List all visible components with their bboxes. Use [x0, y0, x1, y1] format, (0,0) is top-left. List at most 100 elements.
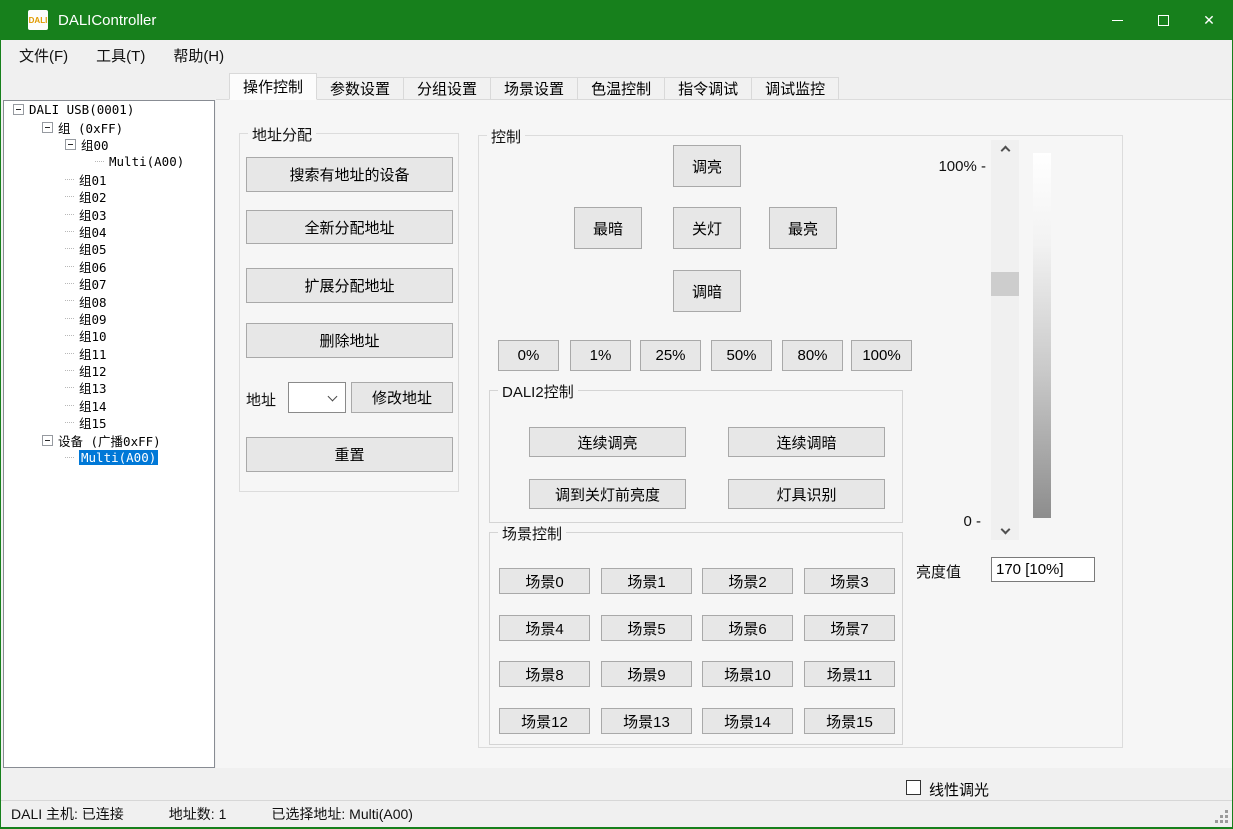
tree-item-label: 组08: [79, 292, 107, 311]
scene-13-button[interactable]: 场景13: [601, 708, 692, 734]
scrollbar-thumb[interactable]: [991, 272, 1019, 296]
tree-item-group-root[interactable]: 组 (0xFF): [4, 118, 214, 135]
tree-item-dali-usb[interactable]: DALI USB(0001): [4, 101, 214, 118]
tree-item-label: 组02: [79, 187, 107, 206]
scene-6-button[interactable]: 场景6: [702, 615, 793, 641]
brightness-scrollbar[interactable]: [991, 140, 1019, 540]
scene-1-button[interactable]: 场景1: [601, 568, 692, 594]
brightest-button[interactable]: 最亮: [769, 207, 837, 249]
brightness-value-input[interactable]: [991, 557, 1095, 582]
tree-item-device-broadcast[interactable]: 设备 (广播0xFF): [4, 431, 214, 448]
address-label: 地址: [246, 389, 276, 410]
delete-address-button[interactable]: 删除地址: [246, 323, 453, 358]
scene-control-title: 场景控制: [498, 523, 566, 544]
tree-item-group06[interactable]: 组06: [4, 258, 214, 275]
status-host: DALI 主机: 已连接: [11, 804, 124, 824]
tree-item-group05[interactable]: 组05: [4, 240, 214, 257]
tree-item-group15[interactable]: 组15: [4, 414, 214, 431]
collapse-icon[interactable]: [42, 122, 53, 133]
assign-new-address-button[interactable]: 全新分配地址: [246, 210, 453, 244]
percent-80-button[interactable]: 80%: [782, 340, 843, 371]
modify-address-button[interactable]: 修改地址: [351, 382, 453, 413]
scene-10-button[interactable]: 场景10: [702, 661, 793, 687]
chevron-up-icon: [1000, 146, 1010, 156]
reset-button[interactable]: 重置: [246, 437, 453, 472]
collapse-icon[interactable]: [42, 435, 53, 446]
menu-tools[interactable]: 工具(T): [86, 45, 155, 66]
maximize-icon: [1158, 15, 1169, 26]
scene-3-button[interactable]: 场景3: [804, 568, 895, 594]
tree-item-group12[interactable]: 组12: [4, 362, 214, 379]
menu-file[interactable]: 文件(F): [9, 45, 78, 66]
maximize-button[interactable]: [1140, 0, 1186, 40]
continuous-dim-button[interactable]: 连续调暗: [728, 427, 885, 457]
scene-14-button[interactable]: 场景14: [702, 708, 793, 734]
tree-item-group04[interactable]: 组04: [4, 223, 214, 240]
tree-item-label: 组13: [79, 378, 107, 397]
tab-color-temp-control[interactable]: 色温控制: [578, 77, 665, 100]
tab-parameter-settings[interactable]: 参数设置: [317, 77, 404, 100]
scene-5-button[interactable]: 场景5: [601, 615, 692, 641]
percent-25-button[interactable]: 25%: [640, 340, 701, 371]
scene-11-button[interactable]: 场景11: [804, 661, 895, 687]
scroll-down-button[interactable]: [991, 522, 1019, 540]
linear-dim-label: 线性调光: [929, 779, 989, 800]
tree-item-group02[interactable]: 组02: [4, 188, 214, 205]
tree-item-group07[interactable]: 组07: [4, 275, 214, 292]
tree-item-group14[interactable]: 组14: [4, 397, 214, 414]
continuous-brighten-button[interactable]: 连续调亮: [529, 427, 686, 457]
percent-100-button[interactable]: 100%: [851, 340, 912, 371]
lamp-identify-button[interactable]: 灯具识别: [728, 479, 885, 509]
scene-15-button[interactable]: 场景15: [804, 708, 895, 734]
tree-item-group08[interactable]: 组08: [4, 292, 214, 309]
scene-7-button[interactable]: 场景7: [804, 615, 895, 641]
minimize-button[interactable]: [1094, 0, 1140, 40]
tree-item-group10[interactable]: 组10: [4, 327, 214, 344]
menu-bar: 文件(F) 工具(T) 帮助(H): [1, 40, 1232, 70]
tree-branch-line: [65, 370, 74, 371]
close-button[interactable]: ✕: [1186, 0, 1232, 40]
scene-12-button[interactable]: 场景12: [499, 708, 590, 734]
dimmest-button[interactable]: 最暗: [574, 207, 642, 249]
percent-1-button[interactable]: 1%: [570, 340, 631, 371]
tab-debug-monitor[interactable]: 调试监控: [752, 77, 839, 100]
app-icon: DALI: [28, 10, 48, 30]
collapse-icon[interactable]: [65, 139, 76, 150]
scene-8-button[interactable]: 场景8: [499, 661, 590, 687]
scene-4-button[interactable]: 场景4: [499, 615, 590, 641]
scene-0-button[interactable]: 场景0: [499, 568, 590, 594]
tree-item-group13[interactable]: 组13: [4, 379, 214, 396]
scene-9-button[interactable]: 场景9: [601, 661, 692, 687]
resize-grip-icon[interactable]: [1225, 820, 1228, 823]
tree-item-group00[interactable]: 组00: [4, 136, 214, 153]
scene-2-button[interactable]: 场景2: [702, 568, 793, 594]
tree-item-group11[interactable]: 组11: [4, 344, 214, 361]
tree-item-group03[interactable]: 组03: [4, 205, 214, 222]
tree-item-group09[interactable]: 组09: [4, 310, 214, 327]
brighten-button[interactable]: 调亮: [673, 145, 741, 187]
linear-dim-checkbox[interactable]: [906, 780, 921, 795]
tab-scene-settings[interactable]: 场景设置: [491, 77, 578, 100]
collapse-icon[interactable]: [13, 104, 24, 115]
app-window: DALI DALIController ✕ 文件(F) 工具(T) 帮助(H) …: [0, 0, 1233, 829]
extend-assign-address-button[interactable]: 扩展分配地址: [246, 268, 453, 303]
tree-item-label: 组15: [79, 413, 107, 432]
scroll-up-button[interactable]: [991, 140, 1019, 158]
control-title: 控制: [487, 126, 525, 147]
search-addressed-devices-button[interactable]: 搜索有地址的设备: [246, 157, 453, 192]
tab-operation-control[interactable]: 操作控制: [229, 73, 317, 100]
tree-item-group01[interactable]: 组01: [4, 171, 214, 188]
tree-item-multi-a00[interactable]: Multi(A00): [4, 153, 214, 170]
recall-pre-off-brightness-button[interactable]: 调到关灯前亮度: [529, 479, 686, 509]
address-combobox[interactable]: [288, 382, 346, 413]
percent-50-button[interactable]: 50%: [711, 340, 772, 371]
tab-group-settings[interactable]: 分组设置: [404, 77, 491, 100]
percent-0-button[interactable]: 0%: [498, 340, 559, 371]
lamp-off-button[interactable]: 关灯: [673, 207, 741, 249]
dim-button[interactable]: 调暗: [673, 270, 741, 312]
tree-branch-line: [65, 318, 74, 319]
tab-command-debug[interactable]: 指令调试: [665, 77, 752, 100]
tree-item-multi-a00-selected[interactable]: Multi(A00): [4, 449, 214, 466]
menu-help[interactable]: 帮助(H): [163, 45, 234, 66]
minimize-icon: [1112, 20, 1123, 21]
